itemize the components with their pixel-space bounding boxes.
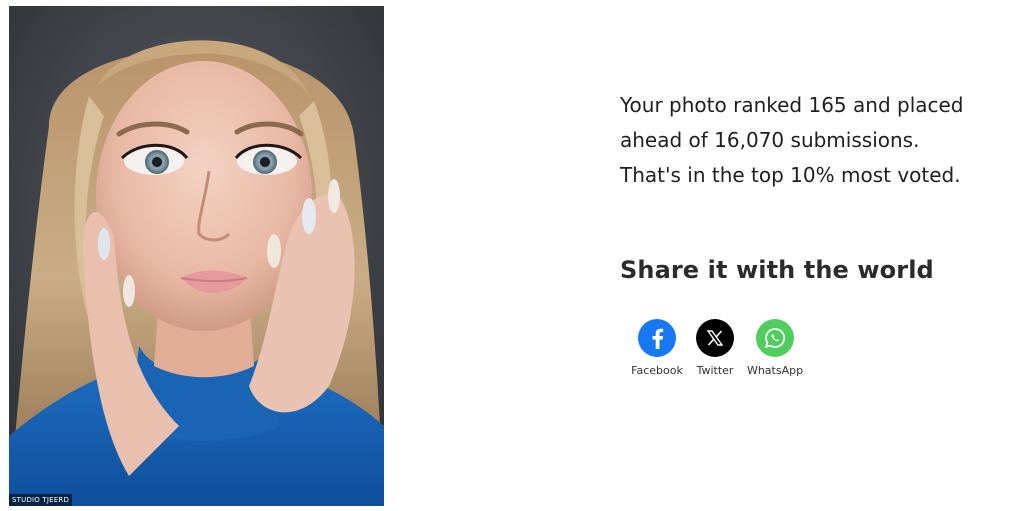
facebook-icon: [638, 319, 676, 357]
ranking-line-1: Your photo ranked 165 and placed: [620, 93, 964, 117]
share-title: Share it with the world: [620, 256, 934, 284]
share-buttons: Facebook Twitter WhatsApp: [628, 319, 806, 377]
whatsapp-icon: [756, 319, 794, 357]
twitter-label: Twitter: [696, 364, 734, 377]
ranking-line-2: ahead of 16,070 submissions.: [620, 128, 920, 152]
ranking-summary: Your photo ranked 165 and placed ahead o…: [620, 88, 1010, 193]
page: STUDIO TJEERD Your photo ranked 165 and …: [0, 0, 1024, 511]
x-glyph: [707, 330, 723, 346]
submission-photo: STUDIO TJEERD: [9, 6, 384, 506]
whatsapp-label: WhatsApp: [746, 364, 804, 377]
x-twitter-icon: [696, 319, 734, 357]
portrait-image: [9, 6, 384, 506]
photo-watermark: STUDIO TJEERD: [9, 494, 73, 506]
share-facebook-button[interactable]: Facebook: [628, 319, 686, 377]
share-twitter-button[interactable]: Twitter: [688, 319, 742, 377]
facebook-glyph: [652, 328, 664, 349]
ranking-line-3: That's in the top 10% most voted.: [620, 163, 961, 187]
share-whatsapp-button[interactable]: WhatsApp: [744, 319, 806, 377]
whatsapp-glyph: [764, 328, 786, 349]
ranking-text: Your photo ranked 165 and placed ahead o…: [620, 88, 1010, 193]
facebook-label: Facebook: [631, 364, 683, 377]
